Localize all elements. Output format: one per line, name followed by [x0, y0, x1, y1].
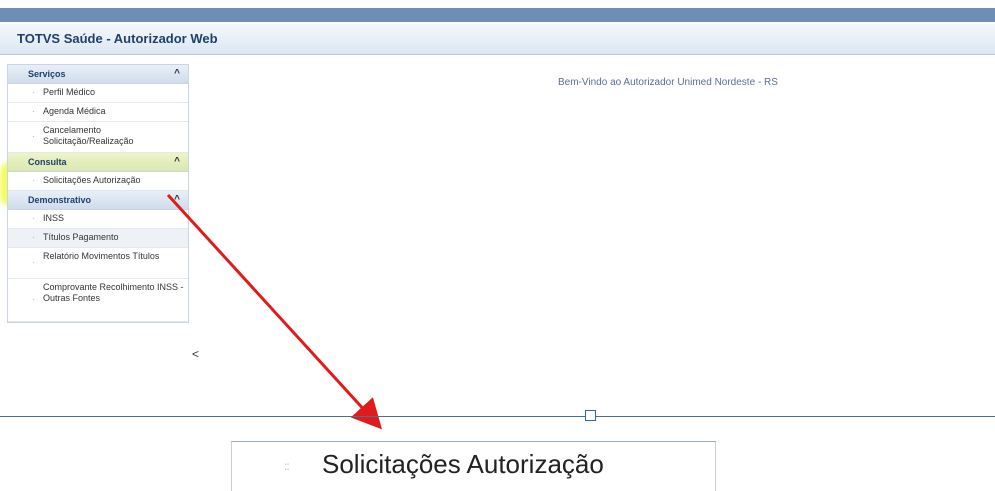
- splitter-handle[interactable]: [585, 410, 596, 421]
- zoomed-item-label: Solicitações Autorização: [322, 449, 604, 479]
- drag-handle-icon: ::: [284, 459, 290, 473]
- red-arrow-icon: [166, 193, 383, 430]
- zoomed-menu-item: :: Solicitações Autorização: [231, 441, 716, 491]
- splitter-line: [0, 416, 995, 417]
